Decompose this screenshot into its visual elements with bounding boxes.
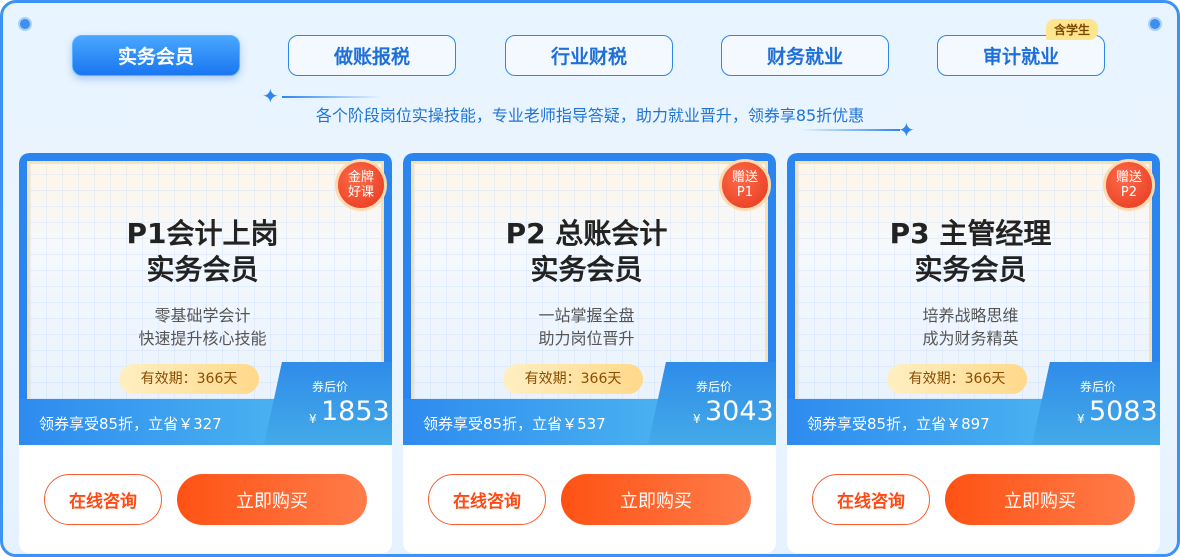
- card-desc-line1: 一站掌握全盘: [538, 306, 635, 325]
- card-description: 一站掌握全盘 助力岗位晋升: [414, 304, 759, 350]
- corner-dot-left: [18, 17, 32, 31]
- card-description: 零基础学会计 快速提升核心技能: [30, 304, 375, 350]
- card-title-line2: 实务会员: [530, 253, 643, 286]
- card-title: P2 总账会计 实务会员: [414, 216, 759, 288]
- decor-line: [800, 129, 900, 131]
- validity-pill: 有效期：366天: [119, 364, 259, 394]
- card-title-line1: P2 总账会计: [505, 217, 668, 250]
- buy-now-button[interactable]: 立即购买: [561, 474, 751, 525]
- card-title-line2: 实务会员: [146, 253, 259, 286]
- tab-shiwu-huiyuan[interactable]: 实务会员: [72, 35, 240, 76]
- savings-text: 领券享受85折，立省￥537: [423, 415, 606, 433]
- card-title: P1会计上岗 实务会员: [30, 216, 375, 288]
- sparkle-icon: ✦: [898, 118, 915, 142]
- buy-now-button[interactable]: 立即购买: [945, 474, 1135, 525]
- currency-symbol: ¥: [309, 412, 317, 426]
- gift-badge: 赠送 P2: [1103, 159, 1155, 211]
- validity-pill: 有效期：366天: [887, 364, 1027, 394]
- price-label: 券后价: [1080, 380, 1117, 394]
- price-label: 券后价: [696, 380, 733, 394]
- card-desc-line2: 助力岗位晋升: [538, 329, 635, 348]
- badge-line1: 赠送: [1115, 170, 1142, 185]
- badge-line2: P1: [736, 185, 754, 200]
- validity-pill: 有效期：366天: [503, 364, 643, 394]
- product-card-p2: P2 总账会计 实务会员 一站掌握全盘 助力岗位晋升 赠送 P1 有效期：366天…: [403, 153, 776, 553]
- card-desc-line2: 快速提升核心技能: [138, 329, 267, 348]
- card-desc-line1: 零基础学会计: [154, 306, 251, 325]
- price-box: 券后价 ¥ 1853: [264, 362, 392, 445]
- badge-line2: P2: [1120, 185, 1138, 200]
- badge-line2: 好课: [347, 185, 374, 200]
- price-value: 5083: [1089, 396, 1158, 427]
- card-title-line2: 实务会员: [914, 253, 1027, 286]
- tab-zuozhang-baoshui[interactable]: 做账报税: [288, 35, 456, 76]
- product-card-p3: P3 主管经理 实务会员 培养战略思维 成为财务精英 赠送 P2 有效期：366天…: [787, 153, 1160, 553]
- badge-line1: 金牌: [347, 170, 374, 185]
- card-header: P1会计上岗 实务会员 零基础学会计 快速提升核心技能 金牌 好课 有效期：366…: [19, 153, 392, 445]
- category-tabs: 实务会员 做账报税 行业财税 财务就业 审计就业 含学生: [72, 19, 1112, 77]
- consult-button[interactable]: 在线咨询: [428, 474, 546, 525]
- card-desc-line2: 成为财务精英: [922, 329, 1019, 348]
- student-tag: 含学生: [1046, 19, 1099, 40]
- card-title-line1: P1会计上岗: [126, 217, 279, 250]
- card-header: P3 主管经理 实务会员 培养战略思维 成为财务精英 赠送 P2 有效期：366天…: [787, 153, 1160, 445]
- promo-subtitle: 各个阶段岗位实操技能，专业老师指导答疑，助力就业晋升，领券享85折优惠: [315, 106, 865, 125]
- gift-badge: 赠送 P1: [719, 159, 771, 211]
- buy-now-button[interactable]: 立即购买: [177, 474, 367, 525]
- badge-line1: 赠送: [731, 170, 758, 185]
- corner-dot-right: [1148, 17, 1162, 31]
- card-title: P3 主管经理 实务会员: [798, 216, 1143, 288]
- price-box: 券后价 ¥ 3043: [648, 362, 776, 445]
- tab-shenji-jiuye[interactable]: 审计就业 含学生: [937, 19, 1105, 76]
- tab-label: 审计就业: [982, 46, 1059, 68]
- savings-text: 领券享受85折，立省￥897: [807, 415, 990, 433]
- card-header: P2 总账会计 实务会员 一站掌握全盘 助力岗位晋升 赠送 P1 有效期：366天…: [403, 153, 776, 445]
- currency-symbol: ¥: [1077, 412, 1085, 426]
- card-description: 培养战略思维 成为财务精英: [798, 304, 1143, 350]
- card-title-line1: P3 主管经理: [889, 217, 1052, 250]
- decor-line: [282, 96, 382, 98]
- consult-button[interactable]: 在线咨询: [812, 474, 930, 525]
- price-value: 3043: [705, 396, 774, 427]
- card-desc-line1: 培养战略思维: [922, 306, 1019, 325]
- price-box: 券后价 ¥ 5083: [1032, 362, 1160, 445]
- product-card-p1: P1会计上岗 实务会员 零基础学会计 快速提升核心技能 金牌 好课 有效期：366…: [19, 153, 392, 553]
- gold-course-badge: 金牌 好课: [335, 159, 387, 211]
- tab-caiwu-jiuye[interactable]: 财务就业: [721, 35, 889, 76]
- price-label: 券后价: [312, 380, 349, 394]
- savings-text: 领券享受85折，立省￥327: [39, 415, 222, 433]
- consult-button[interactable]: 在线咨询: [44, 474, 162, 525]
- currency-symbol: ¥: [693, 412, 701, 426]
- price-value: 1853: [321, 396, 390, 427]
- tab-hangye-caishui[interactable]: 行业财税: [505, 35, 673, 76]
